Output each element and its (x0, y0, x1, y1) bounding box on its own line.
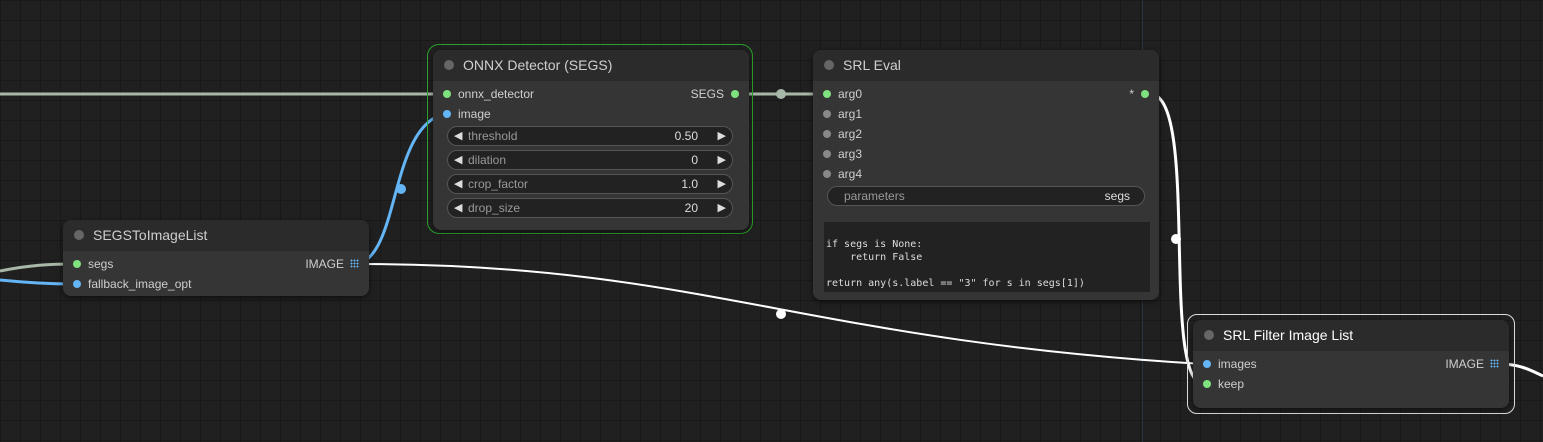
widget-value[interactable]: 0 (691, 151, 698, 169)
decrement-arrow-icon[interactable]: ◀ (454, 199, 462, 217)
widget-value[interactable]: 0.50 (675, 127, 698, 145)
pin-icon[interactable] (443, 90, 451, 98)
srl-eval-title[interactable]: SRL Eval (813, 50, 1159, 81)
slot-label: IMAGE (305, 257, 344, 271)
code-line: if segs is None: (826, 239, 923, 250)
pin-icon[interactable] (823, 170, 831, 178)
srl-eval-node[interactable]: SRL Eval arg0 arg1 arg2 arg3 arg4 * para… (813, 50, 1159, 300)
slot-label: SEGS (690, 87, 724, 101)
input-image[interactable]: image (438, 104, 491, 124)
pin-icon[interactable] (823, 150, 831, 158)
slot-label: images (1218, 357, 1257, 371)
decrement-arrow-icon[interactable]: ◀ (454, 151, 462, 169)
output-segs[interactable]: SEGS (691, 84, 744, 104)
input-arg4[interactable]: arg4 (818, 164, 862, 184)
pin-icon[interactable] (1203, 360, 1211, 368)
widget-label: crop_factor (468, 177, 529, 191)
code-editor[interactable]: if segs is None: return False return any(… (824, 222, 1150, 292)
collapse-dot-icon[interactable] (1204, 330, 1214, 340)
output-any[interactable]: * (1129, 84, 1154, 104)
wire-midpoint (1171, 234, 1181, 244)
node-title-text: ONNX Detector (SEGS) (463, 57, 613, 73)
input-segs[interactable]: segs (68, 254, 113, 274)
slot-label: * (1129, 87, 1134, 101)
collapse-dot-icon[interactable] (74, 230, 84, 240)
pin-icon[interactable] (731, 90, 739, 98)
output-image[interactable]: IMAGE (1445, 354, 1504, 374)
input-arg2[interactable]: arg2 (818, 124, 862, 144)
increment-arrow-icon[interactable]: ▶ (718, 127, 726, 145)
input-images[interactable]: images (1198, 354, 1257, 374)
widget-label: drop_size (468, 201, 521, 215)
output-image[interactable]: IMAGE (305, 254, 364, 274)
segs-to-image-list-node[interactable]: SEGSToImageList segs fallback_image_opt … (63, 220, 369, 296)
pin-icon[interactable] (823, 130, 831, 138)
slot-label: segs (88, 257, 114, 271)
input-fallback-image-opt[interactable]: fallback_image_opt (68, 274, 191, 294)
drop-size-widget[interactable]: ◀ drop_size 20 ▶ (447, 198, 733, 218)
widget-value[interactable]: 1.0 (681, 175, 698, 193)
collapse-dot-icon[interactable] (444, 60, 454, 70)
crop-factor-widget[interactable]: ◀ crop_factor 1.0 ▶ (447, 174, 733, 194)
code-line: return False (826, 252, 923, 263)
wire-midpoint (776, 309, 786, 319)
slot-label: arg1 (838, 107, 863, 121)
node-title-text: SEGSToImageList (93, 227, 208, 243)
onnx-detector-node[interactable]: ONNX Detector (SEGS) onnx_detector image… (433, 50, 749, 230)
segs-to-image-title[interactable]: SEGSToImageList (63, 220, 369, 251)
input-keep[interactable]: keep (1198, 374, 1244, 394)
slot-label: fallback_image_opt (88, 277, 192, 291)
node-title-text: SRL Filter Image List (1223, 327, 1354, 343)
threshold-widget[interactable]: ◀ threshold 0.50 ▶ (447, 126, 733, 146)
wire-midpoint (396, 184, 406, 194)
pin-icon[interactable] (443, 110, 451, 118)
slot-label: arg2 (838, 127, 863, 141)
widget-label: threshold (468, 129, 518, 143)
pin-icon[interactable] (1141, 90, 1149, 98)
slot-label: arg3 (838, 147, 863, 161)
slot-label: image (458, 107, 491, 121)
increment-arrow-icon[interactable]: ▶ (718, 199, 726, 217)
input-onnx-detector[interactable]: onnx_detector (438, 84, 534, 104)
list-grid-icon[interactable] (350, 259, 359, 268)
slot-label: IMAGE (1445, 357, 1484, 371)
slot-label: arg4 (838, 167, 863, 181)
widget-label: parameters (844, 189, 905, 203)
pin-icon[interactable] (73, 280, 81, 288)
input-arg1[interactable]: arg1 (818, 104, 862, 124)
decrement-arrow-icon[interactable]: ◀ (454, 175, 462, 193)
srl-filter-image-list-node[interactable]: SRL Filter Image List images keep IMAGE (1193, 320, 1509, 408)
slot-label: onnx_detector (458, 87, 535, 101)
pin-icon[interactable] (1203, 380, 1211, 388)
onnx-detector-title[interactable]: ONNX Detector (SEGS) (433, 50, 749, 81)
decrement-arrow-icon[interactable]: ◀ (454, 127, 462, 145)
dilation-widget[interactable]: ◀ dilation 0 ▶ (447, 150, 733, 170)
node-title-text: SRL Eval (843, 57, 901, 73)
widget-value[interactable]: 20 (685, 199, 698, 217)
srl-filter-title[interactable]: SRL Filter Image List (1193, 320, 1509, 351)
slot-label: keep (1218, 377, 1245, 391)
parameters-widget[interactable]: parameters segs (827, 186, 1145, 206)
input-arg3[interactable]: arg3 (818, 144, 862, 164)
pin-icon[interactable] (823, 110, 831, 118)
pin-icon[interactable] (823, 90, 831, 98)
widget-value[interactable]: segs (1105, 187, 1130, 205)
increment-arrow-icon[interactable]: ▶ (718, 151, 726, 169)
slot-label: arg0 (838, 87, 863, 101)
widget-label: dilation (468, 153, 507, 167)
input-arg0[interactable]: arg0 (818, 84, 862, 104)
list-grid-icon[interactable] (1490, 359, 1499, 368)
increment-arrow-icon[interactable]: ▶ (718, 175, 726, 193)
code-line: return any(s.label == "3" for s in segs[… (826, 278, 1085, 289)
wire-midpoint (776, 89, 786, 99)
collapse-dot-icon[interactable] (824, 60, 834, 70)
pin-icon[interactable] (73, 260, 81, 268)
